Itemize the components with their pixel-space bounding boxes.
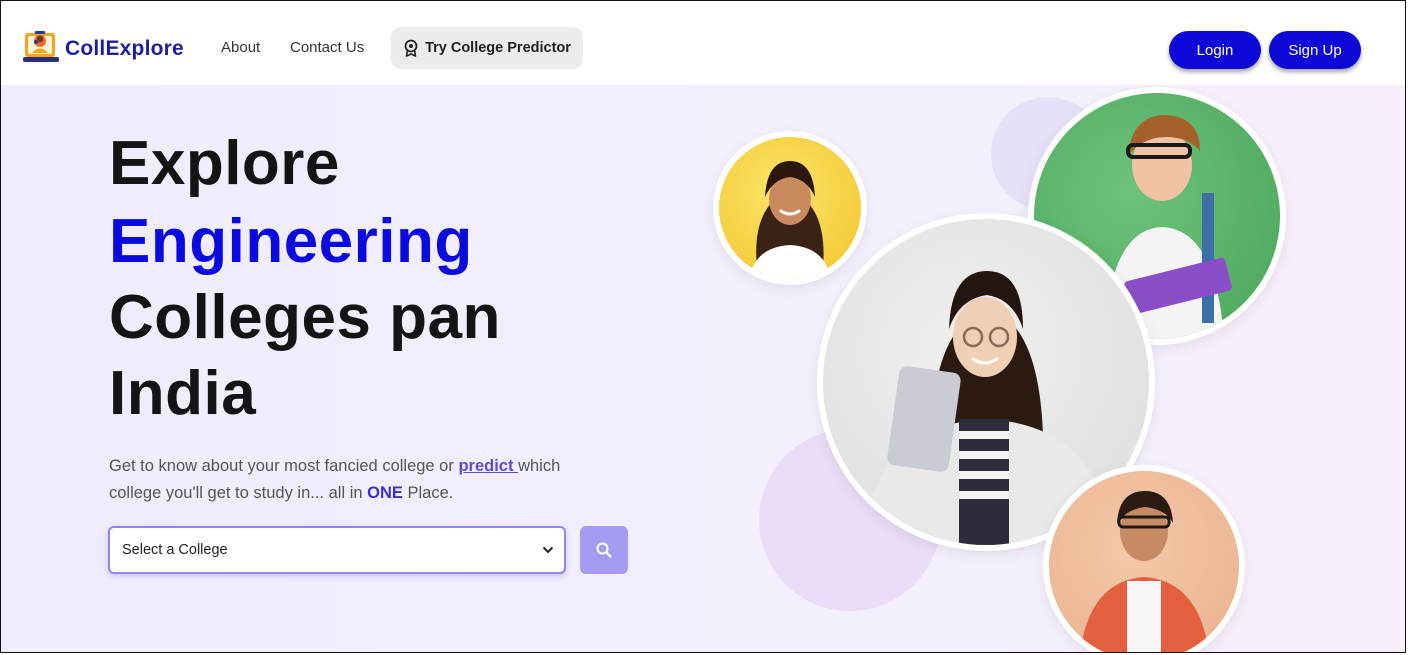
hero-subtitle: Get to know about your most fancied coll…: [109, 453, 599, 507]
nav-link-about[interactable]: About: [221, 39, 260, 56]
predict-link[interactable]: predict: [458, 457, 518, 475]
portrait-man-peach: [1049, 471, 1239, 652]
college-logo-icon[interactable]: [21, 27, 61, 67]
page-frame: CollExplore About Contact Us Try College…: [0, 0, 1406, 653]
college-select[interactable]: Select a College: [108, 526, 566, 574]
hero-title-line-4: India: [109, 359, 257, 428]
subtitle-text-1: Get to know about your most fancied coll…: [109, 457, 459, 475]
predictor-label: Try College Predictor: [425, 40, 571, 56]
brand-name[interactable]: CollExplore: [65, 37, 184, 61]
signup-button[interactable]: Sign Up: [1269, 31, 1361, 69]
award-icon: [404, 39, 418, 57]
hero-title-line-1: Explore: [109, 129, 340, 198]
portrait-woman-yellow: [719, 137, 861, 279]
try-college-predictor-button[interactable]: Try College Predictor: [391, 27, 583, 69]
subtitle-text-3: Place.: [402, 484, 454, 502]
subtitle-bold-one: ONE: [367, 484, 403, 502]
navbar: CollExplore About Contact Us Try College…: [1, 1, 1405, 85]
search-button[interactable]: [580, 526, 628, 574]
login-button[interactable]: Login: [1169, 31, 1261, 69]
nav-link-contact[interactable]: Contact Us: [290, 39, 364, 56]
hero-title-line-2: Engineering: [109, 207, 473, 276]
hero-title-line-3: Colleges pan: [109, 283, 501, 352]
search-icon: [596, 542, 612, 558]
chevron-down-icon: [542, 546, 554, 554]
college-select-value: Select a College: [122, 542, 228, 558]
